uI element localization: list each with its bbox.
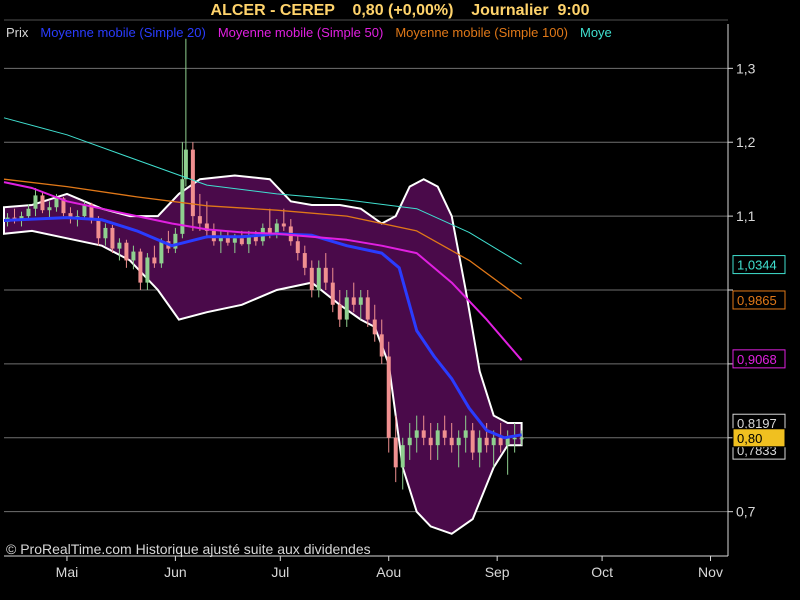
candle-body [442, 430, 447, 438]
candle-body [365, 297, 370, 320]
x-tick-label: Jul [271, 564, 289, 580]
x-tick-label: Oct [591, 564, 613, 580]
candle-body [40, 195, 45, 211]
candle-body [463, 430, 468, 438]
candle-body [421, 430, 426, 438]
candle-body [323, 267, 328, 283]
candle [40, 192, 45, 214]
candle-body [26, 208, 31, 217]
candle-body [456, 437, 461, 446]
candle-body [232, 238, 237, 243]
candle-body [330, 282, 335, 305]
value-label-text: 0,9865 [737, 293, 777, 308]
chart-title: ALCER - CEREP 0,80 (+0,00%) Journalier 9… [210, 2, 590, 19]
candle-body [281, 223, 286, 227]
candle-body [295, 241, 300, 254]
candle-body [449, 437, 454, 446]
value-label-text: 0,9068 [737, 352, 777, 367]
y-tick-label: 1,1 [736, 208, 756, 224]
value-label-text: 1,0344 [737, 258, 777, 273]
y-tick-label: 1,3 [736, 60, 756, 76]
candle-body [435, 430, 440, 446]
candle-body [302, 253, 307, 268]
candle-body [414, 430, 419, 438]
legend-item: Moye [580, 25, 612, 40]
y-tick-label: 1,2 [736, 134, 756, 150]
candle-body [428, 437, 433, 446]
candle-body [47, 207, 52, 211]
candle-body [491, 437, 496, 446]
price-chart: 1,3 1,2 1,1 0,7 Mai Jun Jul Aou Sep Oct Nov 1,034… [0, 0, 800, 600]
value-label: 0,9068 [732, 349, 786, 369]
candle-body [159, 241, 164, 264]
candle-body [138, 251, 143, 283]
legend-item: Moyenne mobile (Simple 20) [40, 25, 205, 40]
candle [386, 341, 391, 453]
candle-body [484, 437, 489, 446]
candle-body [117, 242, 122, 249]
candle-body [351, 297, 356, 305]
candle-body [131, 251, 136, 261]
x-tick-label: Sep [485, 564, 510, 580]
candle-body [33, 195, 38, 209]
candle-body [337, 304, 342, 320]
value-label: 0,9865 [732, 290, 786, 310]
candle-body [393, 437, 398, 468]
candle-body [96, 220, 101, 239]
y-tick-label: 0,7 [736, 504, 756, 520]
candle-body [386, 356, 391, 438]
candle-body [145, 257, 150, 283]
candle-body [379, 334, 384, 357]
candle-body [54, 198, 59, 208]
candle-body [152, 257, 157, 264]
x-tick-label: Mai [56, 564, 79, 580]
candle-body [498, 437, 503, 446]
candle-body [470, 430, 475, 453]
x-tick-label: Aou [376, 564, 401, 580]
candle-body [197, 216, 202, 224]
candle-body [344, 297, 349, 320]
candle-body [110, 227, 115, 249]
legend-item: Moyenne mobile (Simple 100) [395, 25, 568, 40]
candle-body [124, 242, 129, 261]
candle-body [358, 297, 363, 305]
candle-body [407, 437, 412, 446]
legend-item: Prix [6, 25, 29, 40]
x-tick-label: Jun [164, 564, 187, 580]
value-label-text: 0,80 [737, 431, 762, 446]
candle-body [274, 223, 279, 234]
candle-body [519, 437, 524, 440]
candle-body [103, 227, 108, 239]
candle-body [372, 319, 377, 335]
candle-body [400, 445, 405, 468]
candle-body [309, 267, 314, 290]
candle-body [239, 238, 244, 245]
x-tick-label: Nov [698, 564, 723, 580]
candle-body [477, 437, 482, 453]
value-label: 1,0344 [732, 255, 786, 275]
candle-body [190, 149, 195, 217]
legend-item: Moyenne mobile (Simple 50) [218, 25, 383, 40]
legend: Prix Moyenne mobile (Simple 20) Moyenne mo… [6, 25, 612, 40]
candle-body [183, 149, 188, 180]
candle-body [512, 437, 517, 440]
value-label: 0,80 [732, 428, 786, 448]
candle-body [316, 267, 321, 290]
copyright-text: © ProRealTime.com Historique ajusté suit… [6, 541, 371, 557]
